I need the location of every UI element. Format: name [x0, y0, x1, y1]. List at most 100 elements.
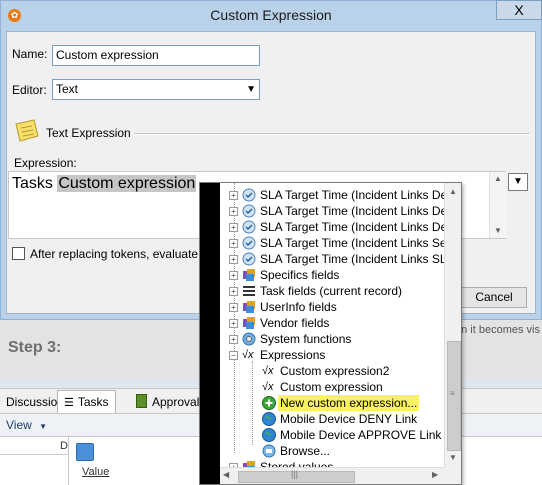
collapse-icon[interactable]: − — [229, 351, 238, 360]
view-menu-button[interactable]: View ▼ — [6, 416, 47, 434]
expression-scrollbar[interactable]: ▲ ▼ — [489, 172, 506, 238]
expression-prefix: Tasks — [12, 175, 58, 192]
tree-item-label: Browse... — [280, 444, 331, 458]
tab-tasks[interactable]: ☰ Tasks — [57, 390, 116, 413]
chevron-down-icon: ▼ — [246, 84, 256, 95]
globe-icon — [262, 412, 276, 426]
tree-horizontal-scrollbar[interactable]: ◀ ||| ▶ — [220, 467, 444, 484]
expression-label: Expression: — [14, 156, 77, 170]
step-hint-text: en it becomes vis — [455, 324, 540, 336]
token-tree: + SLA Target Time (Incident Links Defau … — [220, 183, 445, 467]
popup-gutter — [200, 183, 220, 484]
expand-icon[interactable]: + — [229, 239, 238, 248]
editor-label: Editor: — [12, 83, 47, 97]
expand-icon[interactable]: + — [229, 255, 238, 264]
expand-icon[interactable]: + — [229, 335, 238, 344]
tree-item-label: Mobile Device APPROVE Link — [280, 428, 442, 442]
grip-icon: ≡ — [450, 389, 455, 398]
chevron-down-icon: ▼ — [513, 176, 523, 187]
tree-item-label: New custom expression... — [278, 395, 420, 411]
tree-item-label: SLA Target Time (Incident Links Defau — [260, 188, 445, 202]
tab-approvals-label: Approvals — [152, 395, 206, 409]
tree-item-label: SLA Target Time (Incident Links Defau — [260, 220, 445, 234]
section-divider — [134, 133, 530, 135]
tree-item-label: Mobile Device DENY Link — [280, 412, 418, 426]
scroll-down-icon[interactable]: ▼ — [490, 224, 506, 238]
clock-icon — [242, 252, 256, 266]
sqrt-x-icon: √x — [242, 349, 254, 361]
grid-value-link[interactable]: Value — [82, 466, 109, 478]
grip-icon: ||| — [291, 469, 299, 479]
grid-divider — [68, 437, 69, 485]
chevron-down-icon: ▼ — [39, 422, 48, 431]
scroll-thumb[interactable]: ≡ — [447, 341, 461, 451]
name-input[interactable]: Custom expression — [52, 45, 260, 66]
tree-item-label: SLA Target Time (Incident Links Defau — [260, 204, 445, 218]
list-icon — [242, 284, 256, 298]
cube-icon — [242, 460, 256, 467]
grid-column-header: D — [60, 440, 68, 452]
expand-icon[interactable]: + — [229, 271, 238, 280]
browse-icon — [262, 444, 276, 458]
scroll-down-icon[interactable]: ▼ — [445, 451, 461, 465]
dialog-title: Custom Expression — [210, 7, 332, 23]
tasks-list-icon: ☰ — [64, 397, 74, 409]
globe-icon — [262, 428, 276, 442]
tree-item-label: Custom expression2 — [280, 364, 390, 378]
tree-item-label: Custom expression — [280, 380, 383, 394]
tree-vertical-scrollbar[interactable]: ▲ ≡ ▼ — [444, 183, 461, 467]
token-tree-popup: + SLA Target Time (Incident Links Defau … — [199, 182, 462, 485]
tree-guide-line — [252, 361, 253, 445]
cancel-button[interactable]: Cancel — [461, 287, 527, 308]
expand-icon[interactable]: + — [229, 319, 238, 328]
tree-item-label: Vendor fields — [260, 316, 330, 330]
expand-icon[interactable]: + — [229, 191, 238, 200]
editor-select-value: Text — [56, 82, 79, 96]
editor-select[interactable]: Text ▼ — [52, 79, 260, 100]
sqrt-x-icon: √x — [262, 365, 274, 377]
view-menu-label: View — [6, 418, 32, 432]
evaluate-checkbox-label: After replacing tokens, evaluate the — [30, 247, 219, 261]
expand-icon[interactable]: + — [229, 287, 238, 296]
evaluate-checkbox[interactable] — [12, 247, 25, 260]
scroll-left-icon[interactable]: ◀ — [223, 470, 229, 479]
expand-icon[interactable]: + — [229, 223, 238, 232]
clock-icon — [242, 236, 256, 250]
clock-icon — [242, 204, 256, 218]
grid-header-cell — [0, 440, 68, 455]
insert-token-dropdown-button[interactable]: ▼ — [508, 173, 528, 191]
close-button[interactable]: X — [496, 0, 542, 20]
tree-item-label: UserInfo fields — [260, 300, 337, 314]
expand-icon[interactable]: + — [229, 207, 238, 216]
tree-item-label: System functions — [260, 332, 352, 346]
approvals-icon — [136, 394, 147, 408]
tree-item-label: Specifics fields — [260, 268, 340, 282]
tree-item-label: Task fields (current record) — [260, 284, 403, 298]
scroll-right-icon[interactable]: ▶ — [432, 470, 438, 479]
clock-icon — [242, 188, 256, 202]
step-label: Step 3: — [8, 339, 62, 356]
expand-icon[interactable]: + — [229, 303, 238, 312]
scroll-thumb[interactable]: ||| — [238, 469, 355, 483]
cube-icon — [242, 300, 256, 314]
tab-tasks-label: Tasks — [77, 395, 109, 409]
add-icon — [262, 396, 276, 410]
tree-item-label: Expressions — [260, 348, 326, 362]
tree-item-label: SLA Target Time (Incident Links Servi — [260, 236, 445, 250]
refresh-icon[interactable] — [76, 443, 94, 461]
expression-token[interactable]: Custom expression — [57, 175, 197, 192]
clock-icon — [242, 220, 256, 234]
scrollbar-corner — [444, 467, 461, 484]
tree-item-label: Stored values — [260, 460, 334, 467]
name-label: Name: — [12, 47, 48, 61]
scroll-up-icon[interactable]: ▲ — [445, 185, 461, 199]
cube-icon — [242, 268, 256, 282]
sqrt-x-icon: √x — [262, 381, 274, 393]
gear-globe-icon — [242, 332, 256, 346]
scroll-up-icon[interactable]: ▲ — [490, 172, 506, 186]
tree-item-label: SLA Target Time (Incident Links SLA T — [260, 252, 445, 266]
section-title: Text Expression — [46, 126, 131, 140]
note-icon — [12, 118, 40, 144]
expression-text: Tasks Custom expression — [12, 175, 197, 193]
cube-icon — [242, 316, 256, 330]
